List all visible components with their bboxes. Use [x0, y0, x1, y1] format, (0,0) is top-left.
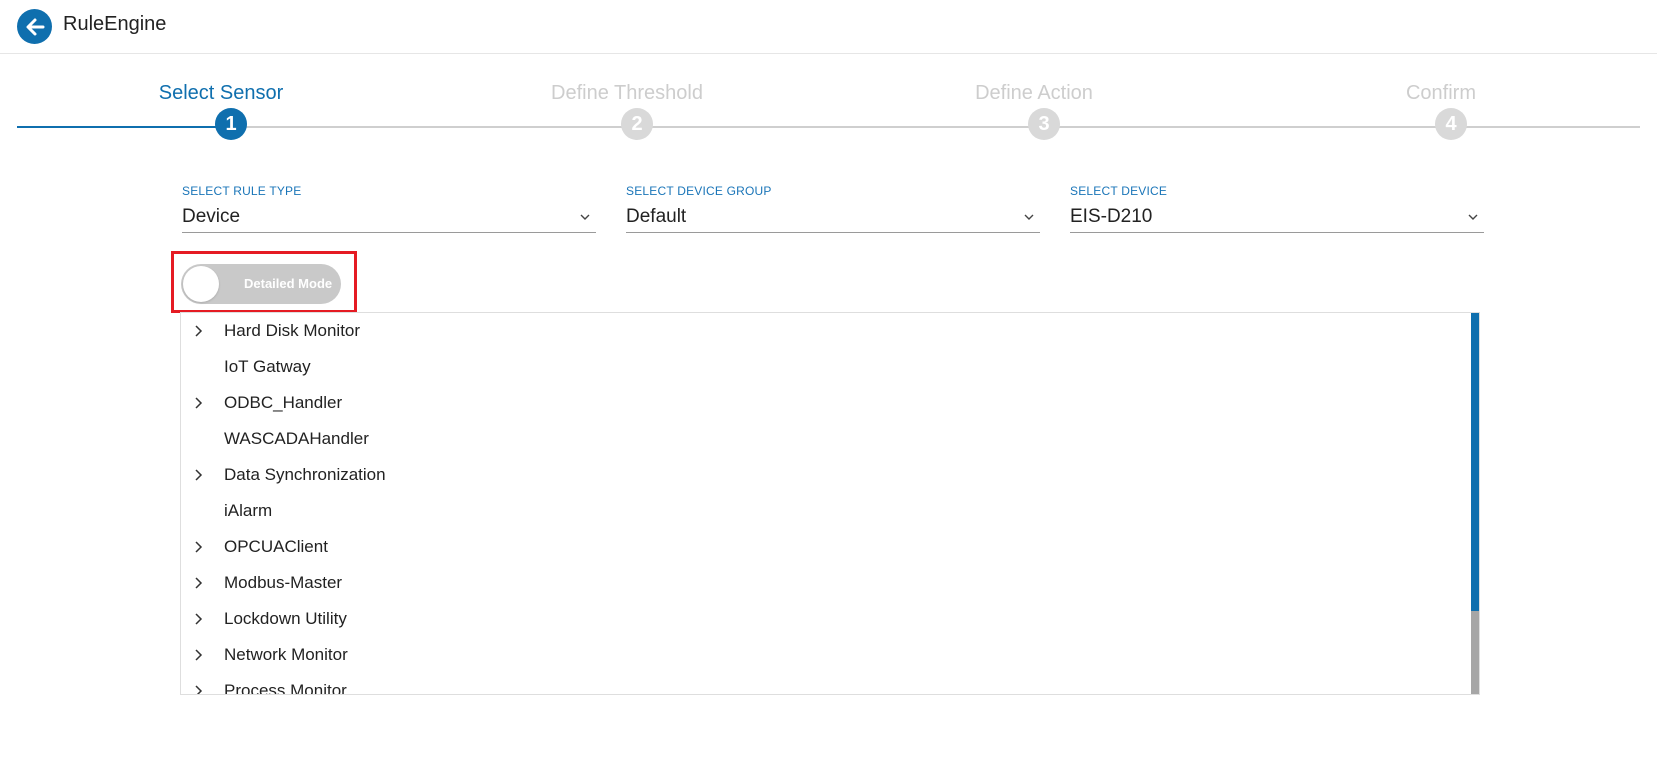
tree-item-lockdown-utility[interactable]: Lockdown Utility: [181, 601, 1471, 637]
step-number-3[interactable]: 3: [1028, 108, 1060, 140]
tree-item-label: ODBC_Handler: [224, 393, 343, 412]
tree-item-process-monitor[interactable]: Process Monitor: [181, 673, 1471, 695]
chevron-right-icon[interactable]: [191, 648, 205, 662]
chevron-right-icon[interactable]: [191, 576, 205, 590]
back-button[interactable]: [17, 9, 52, 44]
step-label-define-action[interactable]: Define Action: [975, 82, 1093, 105]
toggle-knob[interactable]: [183, 266, 219, 302]
rule-type-select-group: SELECT RULE TYPE Device: [182, 184, 596, 233]
tree-item-label: WASCADAHandler: [224, 429, 369, 448]
stepper-remaining-line: [229, 126, 1640, 128]
app-title: RuleEngine: [63, 13, 167, 35]
tree-item-label: IoT Gatway: [224, 357, 311, 376]
tree-item-label: Process Monitor: [224, 681, 347, 695]
tree-item-data-synchronization[interactable]: Data Synchronization: [181, 457, 1471, 493]
tree-item-opcuaclient[interactable]: OPCUAClient: [181, 529, 1471, 565]
step-number-4[interactable]: 4: [1435, 108, 1467, 140]
tree-item-label: iAlarm: [224, 501, 273, 520]
tree-item-modbus-master[interactable]: Modbus-Master: [181, 565, 1471, 601]
device-group-select-group: SELECT DEVICE GROUP Default: [626, 184, 1040, 233]
tree-item-label: Lockdown Utility: [224, 609, 347, 628]
tree-item-ialarm[interactable]: iAlarm: [181, 493, 1471, 529]
tree-item-label: Network Monitor: [224, 645, 348, 664]
chevron-right-icon[interactable]: [191, 396, 205, 410]
tree-item-iot-gatway[interactable]: IoT Gatway: [181, 349, 1471, 385]
tree-item-label: OPCUAClient: [224, 537, 328, 556]
chevron-right-icon[interactable]: [191, 540, 205, 554]
chevron-right-icon[interactable]: [191, 324, 205, 338]
device-caption: SELECT DEVICE: [1070, 184, 1168, 198]
tree-item-wascadahandler[interactable]: WASCADAHandler: [181, 421, 1471, 457]
step-number-1[interactable]: 1: [215, 108, 247, 140]
detailed-mode-label: Detailed Mode: [244, 276, 333, 291]
rule-type-value: Device: [182, 206, 241, 227]
scrollbar-thumb[interactable]: [1471, 313, 1479, 611]
step-label-select-sensor[interactable]: Select Sensor: [159, 82, 284, 105]
chevron-right-icon[interactable]: [191, 468, 205, 482]
chevron-down-icon: [1024, 214, 1034, 220]
tree-item-odbc-handler[interactable]: ODBC_Handler: [181, 385, 1471, 421]
arrow-left-icon: [26, 18, 44, 35]
tree-item-label: Modbus-Master: [224, 573, 343, 592]
step-number-2[interactable]: 2: [621, 108, 653, 140]
tree-item-network-monitor[interactable]: Network Monitor: [181, 637, 1471, 673]
sensor-tree-list: Hard Disk Monitor IoT Gatway ODBC_Handle…: [181, 313, 1471, 695]
device-group-caption: SELECT DEVICE GROUP: [626, 184, 772, 198]
chevron-right-icon[interactable]: [191, 684, 205, 695]
detailed-mode-toggle[interactable]: Detailed Mode: [181, 264, 341, 304]
device-group-select[interactable]: Default: [626, 204, 1040, 233]
device-group-value: Default: [626, 206, 687, 227]
device-value: EIS-D210: [1070, 206, 1153, 227]
rule-type-caption: SELECT RULE TYPE: [182, 184, 302, 198]
tree-item-hard-disk-monitor[interactable]: Hard Disk Monitor: [181, 313, 1471, 349]
sensor-tree-panel: Hard Disk Monitor IoT Gatway ODBC_Handle…: [180, 312, 1480, 695]
device-select[interactable]: EIS-D210: [1070, 204, 1484, 233]
step-label-confirm[interactable]: Confirm: [1406, 82, 1476, 105]
chevron-down-icon: [580, 214, 590, 220]
step-label-define-threshold[interactable]: Define Threshold: [551, 82, 703, 105]
chevron-right-icon[interactable]: [191, 612, 205, 626]
app-header: RuleEngine: [0, 0, 1657, 54]
chevron-down-icon: [1468, 214, 1478, 220]
rule-type-select[interactable]: Device: [182, 204, 596, 233]
device-select-group: SELECT DEVICE EIS-D210: [1070, 184, 1484, 233]
stepper-progress-line: [17, 126, 229, 128]
wizard-stepper: Select Sensor 1 Define Threshold 2 Defin…: [0, 54, 1657, 154]
tree-item-label: Data Synchronization: [224, 465, 386, 484]
tree-item-label: Hard Disk Monitor: [224, 321, 361, 340]
